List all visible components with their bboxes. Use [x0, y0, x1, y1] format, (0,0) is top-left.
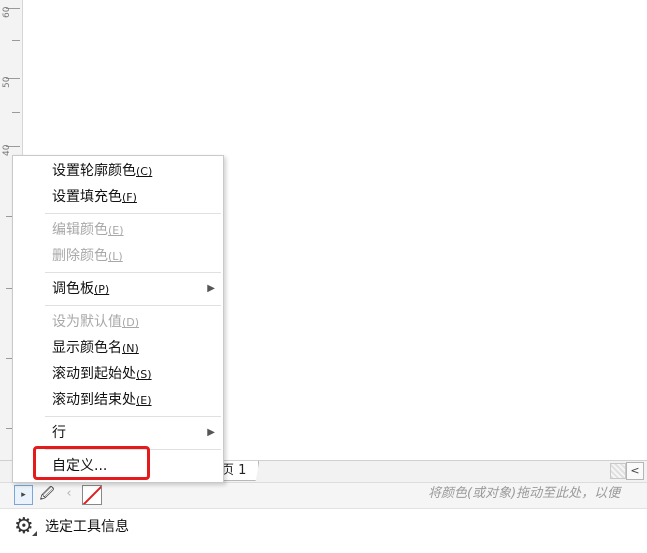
menu-item-set-default: 设为默认值(D): [13, 310, 223, 334]
menu-item-accelerator: (E): [108, 224, 124, 237]
menu-separator: [45, 416, 221, 417]
menu-item-show-color-names[interactable]: 显示颜色名(N): [13, 336, 223, 360]
menu-item-accelerator: (F): [122, 191, 137, 204]
ruler-tick: [12, 40, 20, 41]
palette-drag-hint: 将颜色(或对象)拖动至此处，以便: [428, 486, 621, 501]
menu-item-rows[interactable]: 行 ▶: [13, 421, 223, 445]
ruler-label: 50: [2, 76, 12, 88]
horizontal-scroll-grip[interactable]: [610, 463, 626, 479]
menu-item-accelerator: (L): [108, 250, 123, 263]
menu-separator: [45, 213, 221, 214]
menu-item-set-fill-color[interactable]: 设置填充色(F): [13, 185, 223, 209]
menu-item-accelerator: (N): [122, 342, 139, 355]
menu-item-label: 滚动到结束处: [52, 392, 136, 408]
palette-scroll-left-icon[interactable]: ‹: [62, 485, 76, 503]
menu-item-label: 设为默认值: [52, 314, 122, 330]
ruler-label: 40: [2, 144, 12, 156]
menu-item-label: 删除颜色: [52, 248, 108, 264]
ruler-tick: [12, 112, 20, 113]
menu-separator: [45, 305, 221, 306]
menu-item-delete-color: 删除颜色(L): [13, 244, 223, 268]
menu-item-label: 编辑颜色: [52, 222, 108, 238]
status-tool-info: 选定工具信息: [45, 519, 129, 535]
no-color-swatch[interactable]: [82, 485, 102, 505]
menu-item-accelerator: (S): [136, 368, 152, 381]
menu-item-label: 显示颜色名: [52, 340, 122, 356]
menu-item-label: 设置轮廓颜色: [52, 163, 136, 179]
menu-separator: [45, 272, 221, 273]
ruler-label: 60: [2, 6, 12, 18]
scroll-left-button[interactable]: <: [626, 462, 644, 480]
menu-item-label: 设置填充色: [52, 189, 122, 205]
menu-item-accelerator: (P): [94, 283, 110, 296]
gear-flyout-corner-icon: [32, 531, 37, 536]
eyedropper-icon[interactable]: 🖉: [38, 485, 56, 503]
menu-item-label: 自定义...: [52, 458, 108, 474]
menu-item-accelerator: (E): [136, 394, 152, 407]
menu-item-edit-color: 编辑颜色(E): [13, 218, 223, 242]
menu-item-label: 调色板: [52, 281, 94, 297]
submenu-arrow-icon: ▶: [207, 427, 215, 438]
palette-expand-icon[interactable]: ▸: [14, 485, 33, 505]
menu-item-palette[interactable]: 调色板(P) ▶: [13, 277, 223, 301]
submenu-arrow-icon: ▶: [207, 283, 215, 294]
menu-item-scroll-to-end[interactable]: 滚动到结束处(E): [13, 388, 223, 412]
menu-item-scroll-to-start[interactable]: 滚动到起始处(S): [13, 362, 223, 386]
menu-item-accelerator: (D): [122, 316, 140, 329]
menu-item-customize[interactable]: 自定义...: [13, 454, 223, 478]
palette-context-menu: 设置轮廓颜色(C) 设置填充色(F) 编辑颜色(E) 删除颜色(L) 调色板(P…: [12, 155, 224, 483]
menu-item-label: 滚动到起始处: [52, 366, 136, 382]
menu-item-set-outline-color[interactable]: 设置轮廓颜色(C): [13, 159, 223, 183]
menu-separator: [45, 449, 221, 450]
menu-item-accelerator: (C): [136, 165, 153, 178]
menu-item-label: 行: [52, 425, 66, 441]
